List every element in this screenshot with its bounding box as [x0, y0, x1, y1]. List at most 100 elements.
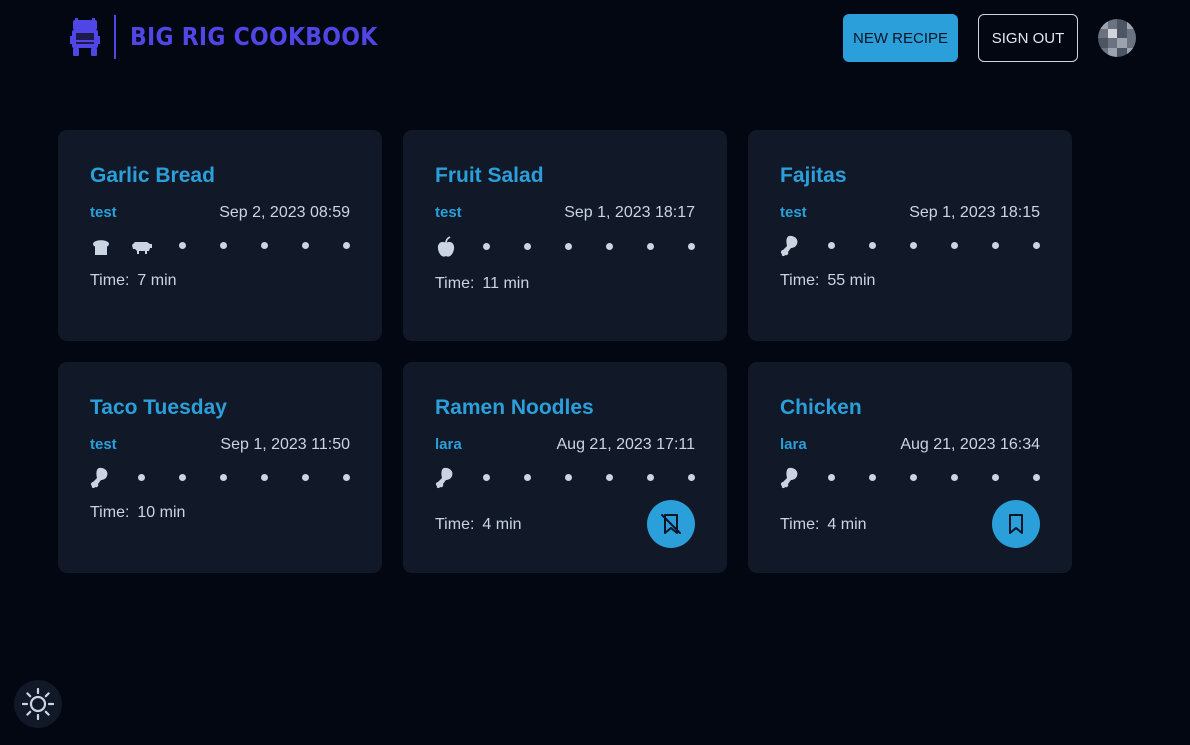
recipe-card[interactable]: Fruit Salad test Sep 1, 2023 18:17 Time: 11 …: [403, 130, 727, 341]
logo-divider: [114, 15, 116, 59]
theme-toggle-button[interactable]: [14, 680, 62, 728]
ingredient-icons: [780, 466, 1040, 492]
brand-title[interactable]: BIG RIG COOKBOOK: [130, 22, 378, 51]
apple-icon: [437, 236, 455, 257]
ingredient-icons: [780, 234, 1040, 260]
time-value: 4 min: [482, 516, 522, 533]
empty-ingredient-dot: [565, 474, 572, 481]
recipe-title[interactable]: Fruit Salad: [435, 164, 544, 188]
empty-ingredient-dot: [991, 242, 999, 249]
recipe-date: Sep 1, 2023 18:15: [909, 204, 1040, 221]
empty-ingredient-dot: [869, 242, 877, 249]
ingredient-icons: [90, 466, 350, 492]
empty-ingredient-dot: [828, 242, 836, 249]
time-label: Time:: [435, 275, 475, 292]
recipe-card[interactable]: Ramen Noodles lara Aug 21, 2023 17:11 Time:…: [403, 362, 727, 573]
empty-ingredient-dot: [342, 474, 350, 481]
recipe-time: Time: 10 min: [90, 504, 185, 522]
time-value: 11 min: [482, 275, 530, 292]
empty-ingredient-dot: [301, 474, 309, 481]
time-label: Time:: [90, 272, 130, 289]
ingredient-icons: [435, 466, 695, 492]
empty-ingredient-dot: [646, 474, 654, 481]
bookmark-button[interactable]: [992, 500, 1040, 548]
ingredient-icons: [90, 234, 350, 260]
new-recipe-button[interactable]: NEW RECIPE: [843, 14, 958, 62]
empty-ingredient-dot: [910, 242, 917, 249]
remove-bookmark-button[interactable]: [647, 500, 695, 548]
empty-ingredient-dot: [483, 474, 491, 481]
recipe-card[interactable]: Fajitas test Sep 1, 2023 18:15 Time: 55 min: [748, 130, 1072, 341]
recipe-author[interactable]: lara: [780, 436, 807, 453]
drumstick-icon: [780, 235, 798, 257]
recipe-title[interactable]: Fajitas: [780, 164, 847, 188]
sun-icon: [21, 687, 55, 721]
recipe-date: Aug 21, 2023 17:11: [556, 436, 696, 453]
recipe-time: Time: 7 min: [90, 272, 177, 290]
empty-ingredient-dot: [950, 242, 958, 249]
recipe-author[interactable]: test: [780, 204, 807, 221]
empty-ingredient-dot: [179, 242, 187, 249]
truck-icon[interactable]: [70, 18, 100, 58]
empty-ingredient-dot: [342, 242, 350, 249]
recipe-date: Sep 2, 2023 08:59: [219, 204, 350, 221]
empty-ingredient-dot: [260, 474, 268, 481]
empty-ingredient-dot: [138, 474, 146, 481]
empty-ingredient-dot: [646, 243, 654, 250]
empty-ingredient-dot: [869, 474, 877, 481]
time-value: 55 min: [827, 272, 876, 289]
empty-ingredient-dot: [483, 243, 491, 250]
empty-ingredient-dot: [260, 242, 268, 249]
cow-icon: [131, 242, 152, 254]
user-avatar[interactable]: [1098, 19, 1136, 57]
bread-icon: [93, 240, 109, 255]
empty-ingredient-dot: [179, 474, 187, 481]
app-header: BIG RIG COOKBOOK NEW RECIPE SIGN OUT: [0, 0, 1190, 76]
empty-ingredient-dot: [991, 474, 999, 481]
empty-ingredient-dot: [1032, 242, 1040, 249]
empty-ingredient-dot: [565, 243, 572, 250]
recipe-card[interactable]: Chicken lara Aug 21, 2023 16:34 Time: 4 min: [748, 362, 1072, 573]
empty-ingredient-dot: [605, 243, 613, 250]
time-value: 4 min: [827, 516, 867, 533]
recipe-title[interactable]: Garlic Bread: [90, 164, 215, 188]
recipe-title[interactable]: Ramen Noodles: [435, 396, 594, 420]
recipe-time: Time: 4 min: [435, 516, 522, 534]
empty-ingredient-dot: [524, 474, 532, 481]
time-value: 10 min: [137, 504, 186, 521]
recipe-card[interactable]: Garlic Bread test Sep 2, 2023 08:59 Time: 7 …: [58, 130, 382, 341]
time-label: Time:: [435, 516, 475, 533]
empty-ingredient-dot: [605, 474, 613, 481]
recipe-date: Sep 1, 2023 11:50: [220, 436, 350, 453]
recipe-time: Time: 55 min: [780, 272, 875, 290]
empty-ingredient-dot: [220, 474, 227, 481]
recipe-time: Time: 11 min: [435, 275, 529, 293]
recipe-title[interactable]: Chicken: [780, 396, 862, 420]
bookmark-icon: [1009, 514, 1023, 534]
empty-ingredient-dot: [301, 242, 309, 249]
time-label: Time:: [90, 504, 130, 521]
empty-ingredient-dot: [524, 243, 532, 250]
empty-ingredient-dot: [910, 474, 917, 481]
recipe-date: Aug 21, 2023 16:34: [900, 436, 1040, 453]
empty-ingredient-dot: [828, 474, 836, 481]
recipe-author[interactable]: test: [435, 204, 462, 221]
empty-ingredient-dot: [950, 474, 958, 481]
empty-ingredient-dot: [1032, 474, 1040, 481]
sign-out-button[interactable]: SIGN OUT: [978, 14, 1078, 62]
recipe-author[interactable]: test: [90, 436, 117, 453]
recipe-card[interactable]: Taco Tuesday test Sep 1, 2023 11:50 Time: 10…: [58, 362, 382, 573]
drumstick-icon: [435, 467, 453, 489]
empty-ingredient-dot: [220, 242, 227, 249]
bookmark-off-icon: [661, 514, 681, 534]
recipe-date: Sep 1, 2023 18:17: [564, 204, 695, 221]
empty-ingredient-dot: [687, 243, 695, 250]
recipe-author[interactable]: lara: [435, 436, 462, 453]
recipe-title[interactable]: Taco Tuesday: [90, 396, 227, 420]
recipe-time: Time: 4 min: [780, 516, 867, 534]
drumstick-icon: [780, 467, 798, 489]
recipe-author[interactable]: test: [90, 204, 117, 221]
time-value: 7 min: [137, 272, 177, 289]
drumstick-icon: [90, 467, 108, 489]
empty-ingredient-dot: [687, 474, 695, 481]
